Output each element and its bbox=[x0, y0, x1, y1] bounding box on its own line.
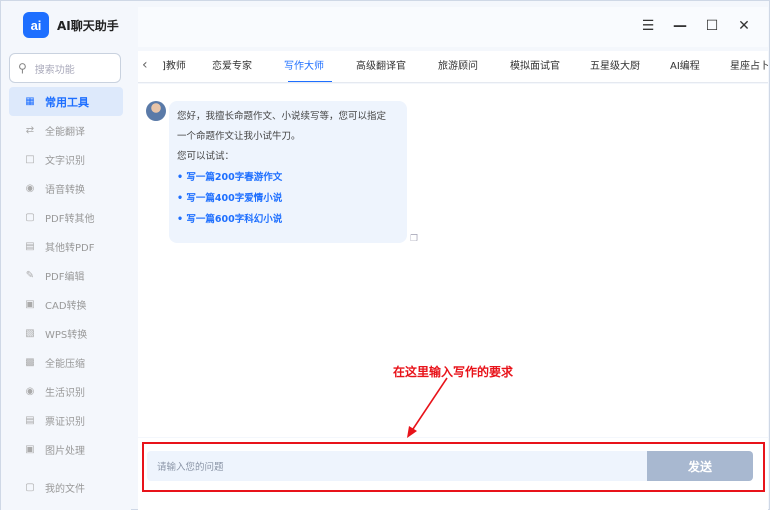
sidebar-item-label: WPS转换 bbox=[45, 330, 88, 341]
menu-icon[interactable]: ☰ bbox=[640, 17, 656, 35]
sidebar-item-label: 全能压缩 bbox=[45, 359, 85, 370]
sidebar-item-label: 文字识别 bbox=[45, 156, 85, 167]
sidebar-item-life-recognition[interactable]: ◉ 生活识别 bbox=[9, 377, 123, 406]
search-placeholder: 搜索功能 bbox=[34, 64, 75, 76]
tab-translator[interactable]: 高级翻译官 bbox=[346, 51, 428, 82]
sidebar-item-ocr[interactable]: □ 文字识别 bbox=[9, 145, 123, 174]
sidebar-item-other-to-pdf[interactable]: ▤ 其他转PDF bbox=[9, 232, 123, 261]
search-input[interactable]: ⚲ 搜索功能 bbox=[9, 53, 121, 83]
pdf-edit-icon: ✎ bbox=[25, 270, 35, 281]
tab-teacher[interactable]: ]教师 bbox=[152, 51, 202, 82]
sidebar-bottom: ▢ 我的文件 bbox=[9, 473, 123, 502]
sidebar-item-wps[interactable]: ▧ WPS转换 bbox=[9, 319, 123, 348]
logo-icon: ai bbox=[23, 12, 49, 38]
file-convert-icon: ▤ bbox=[25, 241, 35, 252]
compress-icon: ▩ bbox=[25, 357, 35, 368]
assistant-tabs: ‹ ]教师 恋爱专家 写作大师 高级翻译官 旅游顾问 模拟面试官 五星级大厨 A… bbox=[138, 51, 768, 83]
sidebar-item-pdf-to-other[interactable]: ▢ PDF转其他 bbox=[9, 203, 123, 232]
sidebar-item-common-tools[interactable]: ▦ 常用工具 bbox=[9, 87, 123, 116]
sidebar-item-label: PDF编辑 bbox=[45, 272, 85, 283]
tab-horoscope[interactable]: 星座占卜 bbox=[720, 51, 768, 82]
greeting-line: 您好，我擅长命题作文、小说续写等，您可以指定 bbox=[177, 111, 387, 122]
suggestion-link[interactable]: 写一篇400字爱情小说 bbox=[177, 188, 399, 209]
sidebar-item-label: 图片处理 bbox=[45, 446, 85, 457]
sidebar-nav: ▦ 常用工具 ⇄ 全能翻译 □ 文字识别 ◉ 语音转换 ▢ PDF转其他 ▤ 其… bbox=[9, 87, 123, 464]
window-controls: ☰ — ☐ ✕ bbox=[640, 17, 752, 35]
app-logo: ai AI聊天助手 bbox=[23, 11, 119, 39]
annotation-highlight-box bbox=[142, 442, 765, 492]
annotation-arrow-icon bbox=[407, 377, 448, 438]
sidebar-item-image[interactable]: ▣ 图片处理 bbox=[9, 435, 123, 464]
title-bar: ☰ — ☐ ✕ bbox=[138, 7, 768, 47]
sidebar-item-label: CAD转换 bbox=[45, 301, 87, 312]
sidebar-item-compress[interactable]: ▩ 全能压缩 bbox=[9, 348, 123, 377]
sidebar-item-translate[interactable]: ⇄ 全能翻译 bbox=[9, 116, 123, 145]
close-icon[interactable]: ✕ bbox=[736, 17, 752, 35]
sidebar-item-my-files[interactable]: ▢ 我的文件 bbox=[9, 473, 123, 502]
tab-ai-coding[interactable]: AI编程 bbox=[660, 51, 720, 82]
copy-icon[interactable]: ❐ bbox=[410, 234, 418, 244]
camera-icon: ◉ bbox=[25, 386, 35, 397]
greeting-line: 一个命题作文让我小试牛刀。 bbox=[177, 131, 301, 142]
suggestion-link[interactable]: 写一篇600字科幻小说 bbox=[177, 209, 399, 230]
scan-text-icon: □ bbox=[25, 154, 35, 165]
ticket-icon: ▤ bbox=[25, 415, 35, 426]
translate-icon: ⇄ bbox=[25, 125, 35, 136]
wps-icon: ▧ bbox=[25, 328, 35, 339]
sidebar-item-label: 语音转换 bbox=[45, 185, 85, 196]
app-window: ai AI聊天助手 ⚲ 搜索功能 ▦ 常用工具 ⇄ 全能翻译 □ 文字识别 ◉ … bbox=[0, 0, 770, 510]
pdf-icon: ▢ bbox=[25, 212, 35, 223]
tab-writing-master[interactable]: 写作大师 bbox=[274, 51, 346, 82]
sidebar-item-ticket[interactable]: ▤ 票证识别 bbox=[9, 406, 123, 435]
sidebar-item-cad[interactable]: ▣ CAD转换 bbox=[9, 290, 123, 319]
tab-travel-advisor[interactable]: 旅游顾问 bbox=[428, 51, 500, 82]
sidebar-item-label: 常用工具 bbox=[45, 95, 89, 109]
sidebar-item-label: 全能翻译 bbox=[45, 127, 85, 138]
tab-list: ]教师 恋爱专家 写作大师 高级翻译官 旅游顾问 模拟面试官 五星级大厨 AI编… bbox=[152, 51, 768, 82]
tab-interviewer[interactable]: 模拟面试官 bbox=[500, 51, 580, 82]
sidebar-item-label: PDF转其他 bbox=[45, 214, 95, 225]
assistant-message: 您好，我擅长命题作文、小说续写等，您可以指定 一个命题作文让我小试牛刀。 您可以… bbox=[169, 101, 407, 243]
image-icon: ▣ bbox=[25, 444, 35, 455]
chevron-left-icon[interactable]: ‹ bbox=[142, 57, 148, 73]
tab-chef[interactable]: 五星级大厨 bbox=[580, 51, 660, 82]
cad-icon: ▣ bbox=[25, 299, 35, 310]
sidebar-item-pdf-edit[interactable]: ✎ PDF编辑 bbox=[9, 261, 123, 290]
app-title: AI聊天助手 bbox=[57, 18, 119, 33]
sidebar-item-voice[interactable]: ◉ 语音转换 bbox=[9, 174, 123, 203]
sidebar-item-label: 票证识别 bbox=[45, 417, 85, 428]
folder-icon: ▢ bbox=[25, 482, 35, 493]
assistant-avatar bbox=[146, 101, 166, 121]
sidebar-item-label: 生活识别 bbox=[45, 388, 85, 399]
minimize-icon[interactable]: — bbox=[672, 17, 688, 35]
sidebar-item-label: 其他转PDF bbox=[45, 243, 95, 254]
suggestion-link[interactable]: 写一篇200字春游作文 bbox=[177, 167, 399, 188]
maximize-icon[interactable]: ☐ bbox=[704, 17, 720, 35]
try-label: 您可以试试： bbox=[177, 151, 235, 162]
search-icon: ⚲ bbox=[18, 61, 27, 75]
tab-love-expert[interactable]: 恋爱专家 bbox=[202, 51, 274, 82]
sidebar-item-label: 我的文件 bbox=[45, 484, 85, 495]
chat-area: 您好，我擅长命题作文、小说续写等，您可以指定 一个命题作文让我小试牛刀。 您可以… bbox=[138, 84, 768, 437]
sidebar: ai AI聊天助手 ⚲ 搜索功能 ▦ 常用工具 ⇄ 全能翻译 □ 文字识别 ◉ … bbox=[1, 1, 131, 510]
audio-icon: ◉ bbox=[25, 183, 35, 194]
dashboard-icon: ▦ bbox=[25, 96, 35, 107]
